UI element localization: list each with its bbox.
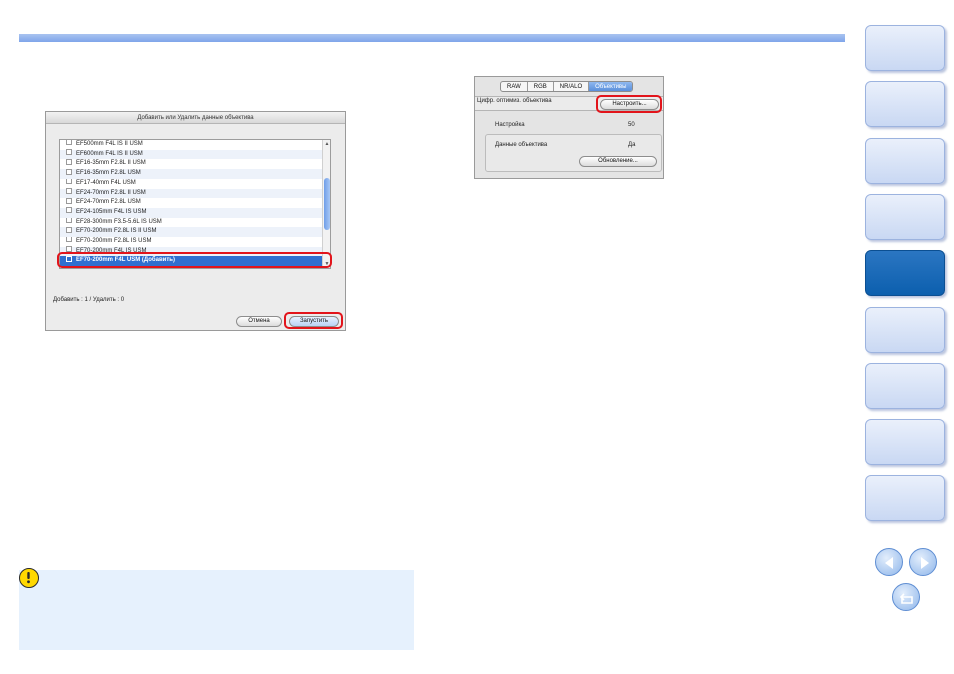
lens-item-label: EF24-70mm F2.8L USM xyxy=(76,199,141,206)
lens-item-label: EF70-200mm F2.8L IS USM xyxy=(76,238,152,244)
checkbox-icon[interactable] xyxy=(66,168,72,175)
checkbox-icon[interactable] xyxy=(66,187,72,194)
nav-tab[interactable] xyxy=(865,81,945,128)
checkbox-icon[interactable] xyxy=(66,140,72,146)
lens-list-item[interactable]: EF600mm F4L IS II USM xyxy=(60,149,322,160)
caution-icon xyxy=(19,568,39,588)
nav-tab[interactable] xyxy=(865,250,945,297)
lens-item-label: EF70-200mm F2.8L IS II USM xyxy=(76,228,157,235)
checkbox-icon[interactable] xyxy=(66,178,72,185)
lens-data-label: Данные объектива xyxy=(495,142,548,148)
prev-arrow-icon[interactable] xyxy=(875,548,903,576)
lens-item-label: EF500mm F4L IS II USM xyxy=(76,141,143,147)
nav-tab[interactable] xyxy=(865,306,945,353)
lens-list-item[interactable]: EF16-35mm F2.8L USM xyxy=(60,168,322,179)
selected-item-highlight xyxy=(57,252,332,268)
lens-list-item[interactable]: EF17-40mm F4L USM xyxy=(60,178,322,189)
lens-item-label: EF24-70mm F2.8L II USM xyxy=(76,189,146,196)
lens-list-item[interactable]: EF24-70mm F2.8L II USM xyxy=(60,187,322,199)
checkbox-icon[interactable] xyxy=(66,197,72,204)
nav-tab[interactable] xyxy=(865,193,945,240)
lens-item-label: EF16-35mm F2.8L USM xyxy=(76,170,141,177)
scroll-up-icon[interactable]: ▲ xyxy=(323,140,330,148)
lens-list-item[interactable]: EF24-105mm F4L IS USM xyxy=(60,207,322,218)
lens-list-item[interactable]: EF500mm F4L IS II USM xyxy=(60,140,322,150)
caution-box xyxy=(19,570,414,650)
top-rule xyxy=(19,34,845,42)
tab-0[interactable]: RAW xyxy=(501,82,528,91)
checkbox-icon[interactable] xyxy=(66,149,72,156)
tab-2[interactable]: NR/ALO xyxy=(554,82,590,91)
scroll-thumb[interactable] xyxy=(324,178,330,230)
nav-tab[interactable] xyxy=(865,475,945,522)
lens-list-item[interactable]: EF70-200mm F2.8L IS USM xyxy=(60,236,322,247)
nav-tab[interactable] xyxy=(865,137,945,184)
nav-tab[interactable] xyxy=(865,362,945,409)
lens-item-label: EF16-35mm F2.8L II USM xyxy=(76,160,146,167)
setting-label: Настройка xyxy=(495,122,525,128)
setting-value: 50 xyxy=(628,122,635,128)
lens-list-item[interactable]: EF70-200mm F2.8L IS II USM xyxy=(60,226,322,237)
lens-item-label: EF28-300mm F3.5-5.6L IS USM xyxy=(76,218,162,225)
next-arrow-icon[interactable] xyxy=(909,548,937,576)
lens-list[interactable]: EF70-300mm F4-5.6L IS USMEF70-200mm F4L … xyxy=(59,139,331,269)
lens-item-label: EF17-40mm F4L USM xyxy=(76,179,136,186)
tab-1[interactable]: RGB xyxy=(528,82,554,91)
checkbox-icon[interactable] xyxy=(66,158,72,165)
lens-settings-panel: RAW RGB NR/ALO Объективы Цифр. оптимиз. объ… xyxy=(474,76,664,179)
lens-item-label: EF24-105mm F4L IS USM xyxy=(76,208,147,215)
lens-list-item[interactable]: EF24-70mm F2.8L USM xyxy=(60,197,322,208)
panel-tabs: RAW RGB NR/ALO Объективы xyxy=(500,81,634,92)
checkbox-icon[interactable] xyxy=(66,207,72,214)
lens-data-dialog: Добавить или Удалить данные объектива EF… xyxy=(45,111,346,331)
dialog-title: Добавить или Удалить данные объектива xyxy=(46,112,345,124)
optim-label: Цифр. оптимиз. объектива xyxy=(477,98,552,104)
nav-tab[interactable] xyxy=(865,419,945,466)
update-button[interactable]: Обновление... xyxy=(579,156,657,167)
cancel-button[interactable]: Отмена xyxy=(236,316,282,327)
checkbox-icon[interactable] xyxy=(66,226,72,233)
lens-list-item[interactable]: EF16-35mm F2.8L II USM xyxy=(60,158,322,169)
start-button-highlight xyxy=(284,312,343,329)
lens-item-label: EF600mm F4L IS II USM xyxy=(76,150,143,157)
lens-list-item[interactable]: EF28-300mm F3.5-5.6L IS USM xyxy=(60,217,322,228)
add-remove-counts: Добавить : 1 / Удалить : 0 xyxy=(53,297,125,303)
lens-data-value: Да xyxy=(628,142,636,148)
tab-3[interactable]: Объективы xyxy=(589,82,633,91)
checkbox-icon[interactable] xyxy=(66,217,72,224)
list-scrollbar[interactable]: ▲ ▼ xyxy=(322,140,330,268)
nav-tab[interactable] xyxy=(865,25,945,71)
checkbox-icon[interactable] xyxy=(66,236,72,243)
configure-button-highlight xyxy=(596,95,662,113)
return-icon[interactable] xyxy=(892,583,920,611)
